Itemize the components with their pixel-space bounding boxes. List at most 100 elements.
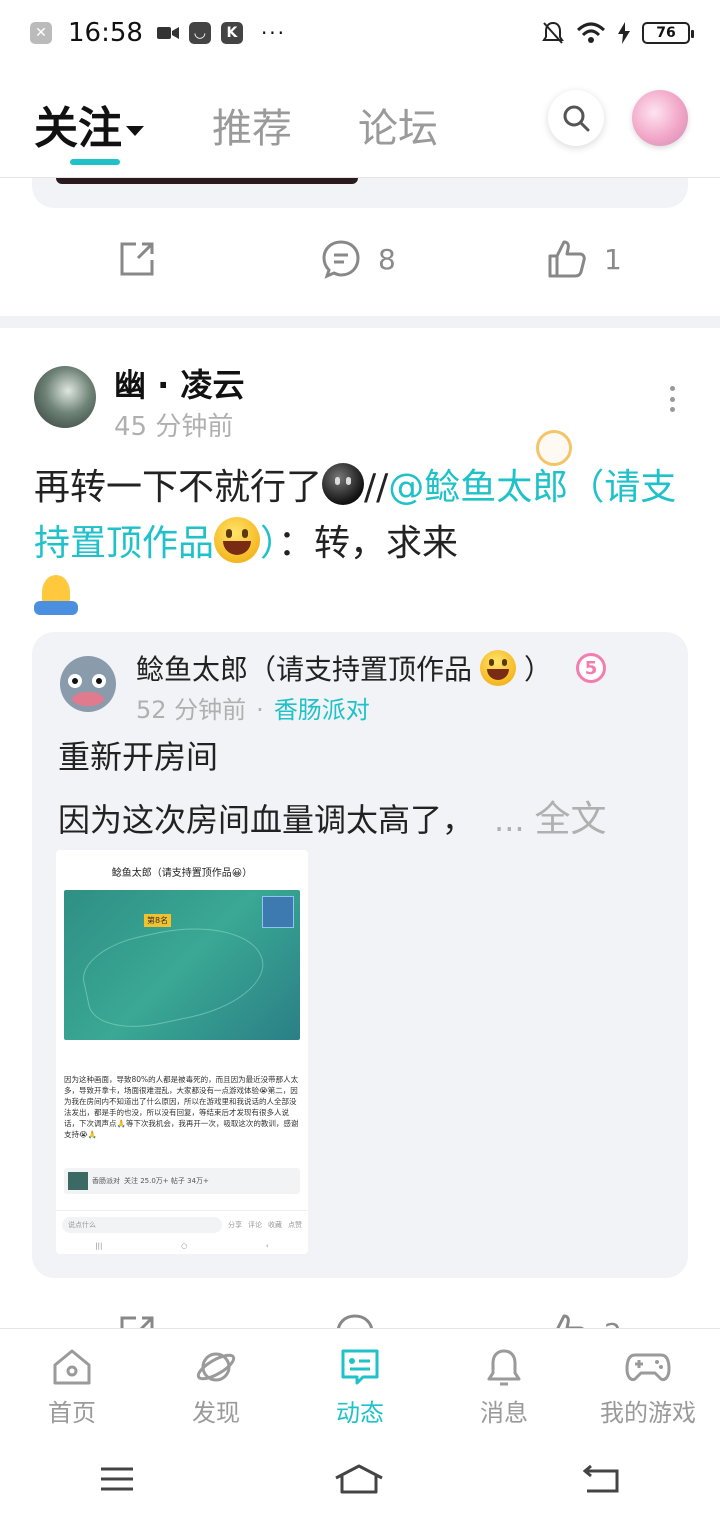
thumb-action: 评论 — [248, 1220, 262, 1229]
quoted-author-close: ） — [524, 653, 553, 686]
thumb-link-meta: 关注 25.0万+ 帖子 34万+ — [124, 1177, 209, 1185]
grinning-emoji-icon — [214, 517, 261, 563]
thumb-game-thumbnail — [68, 1172, 88, 1190]
tab-my-games[interactable]: 我的游戏 — [576, 1329, 720, 1438]
quoted-post-time: 52 分钟前 — [136, 696, 247, 724]
quoted-post-excerpt: 因为这次房间血量调太高了，... 全文 — [58, 790, 607, 842]
game-tag-link[interactable]: 香肠派对 — [274, 696, 370, 724]
top-nav: 关注 推荐 论坛 — [0, 66, 720, 178]
gamepad-icon — [625, 1353, 671, 1381]
thumb-rank-label: 第8名 — [144, 914, 172, 927]
avatar-eye — [92, 674, 106, 688]
repost-separator: // — [364, 467, 389, 508]
tab-home[interactable]: 首页 — [0, 1329, 144, 1438]
charging-icon — [618, 22, 630, 44]
back-icon[interactable] — [582, 1465, 621, 1493]
thumb-minimap — [262, 896, 294, 928]
thumb-nav-back-icon: ‹ — [265, 1242, 269, 1250]
k-app-icon: K — [220, 22, 243, 44]
like-button[interactable]: 1 — [546, 238, 622, 280]
battery-level: 76 — [642, 22, 694, 44]
mute-bell-icon — [542, 21, 564, 44]
thumb-comment-input: 说点什么 — [62, 1216, 222, 1233]
meta-separator: · — [256, 696, 264, 724]
quoted-post-title: 重新开房间 — [58, 738, 219, 776]
thumb-game-scene: 第8名 — [64, 890, 300, 1040]
user-avatar[interactable] — [632, 90, 688, 146]
tab-discover-label: 发现 — [192, 1399, 240, 1427]
status-time: 16:58 — [68, 18, 143, 48]
thumb-map-crack — [76, 912, 272, 1038]
feed-icon — [341, 1349, 379, 1385]
more-dot — [669, 396, 675, 402]
caret-down-icon[interactable] — [126, 126, 144, 136]
thumb-action: 分享 — [228, 1220, 242, 1229]
excerpt-text: 因为这次房间血量调太高了， — [58, 801, 475, 839]
thumb-title: 鲶鱼太郎（请支持置顶作品😀） — [111, 867, 253, 879]
status-bar: ✕ 16:58 ◡ K ··· 76 — [0, 0, 720, 66]
post-divider — [0, 316, 720, 328]
comment-icon — [322, 240, 360, 279]
quoted-author-avatar[interactable] — [60, 656, 116, 712]
quoted-post-screenshot[interactable]: 鲶鱼太郎（请支持置顶作品😀） 第8名 因为这种画面，导致80%的人都是被毒死的，… — [56, 850, 308, 1254]
quoted-post-meta: 52 分钟前 · 香肠派对 — [136, 690, 370, 725]
post-author-avatar[interactable] — [34, 366, 96, 428]
tab-messages-label: 消息 — [480, 1399, 528, 1427]
thumb-action: 收藏 — [268, 1220, 282, 1229]
search-button[interactable] — [548, 90, 604, 146]
thumb-link-title: 香肠派对 — [92, 1177, 120, 1185]
home-nav-icon[interactable] — [334, 1464, 384, 1494]
folded-hands-emoji-icon — [34, 573, 78, 617]
post-author-name[interactable]: 幽 · 凌云 — [114, 360, 244, 406]
system-nav-bar — [0, 1438, 720, 1520]
more-dot — [669, 386, 675, 391]
more-options-button[interactable] — [662, 386, 682, 412]
level-badge: 5 — [576, 653, 607, 683]
excerpt-ellipsis: ... — [494, 801, 525, 839]
thumb-body-text: 因为这种画面，导致80%的人都是被毒死的，而且因为最近没带那人太多，导致开拿卡，… — [64, 1075, 299, 1139]
avatar-eye — [68, 674, 82, 688]
thumb-nav-menu-icon: ||| — [95, 1242, 103, 1250]
post-text: 再转一下不就行了 — [34, 467, 323, 508]
comment-button[interactable]: 8 — [320, 238, 396, 280]
planet-icon — [196, 1352, 236, 1382]
tab-my-games-label: 我的游戏 — [600, 1399, 696, 1427]
comment-count: 8 — [378, 242, 396, 276]
tab-discover[interactable]: 发现 — [144, 1329, 288, 1438]
tab-feed[interactable]: 动态 — [288, 1329, 432, 1438]
previous-post-image[interactable] — [56, 178, 358, 184]
menu-icon[interactable] — [99, 1466, 135, 1492]
thumb-comment-bar: 说点什么 分享 评论 收藏 点赞 — [56, 1210, 308, 1238]
post-content: 再转一下不就行了//@鲶鱼太郎（请支持置顶作品 ）：转，求来 — [34, 460, 684, 628]
more-dot — [669, 407, 675, 412]
previous-post-card[interactable] — [32, 178, 688, 208]
thumb-status-bar — [56, 850, 308, 860]
tab-following[interactable]: 关注 — [34, 92, 144, 156]
wifi-icon — [576, 22, 606, 43]
tab-messages[interactable]: 消息 — [432, 1329, 576, 1438]
full-text-link[interactable]: 全文 — [535, 799, 607, 840]
quoted-author-name[interactable]: 鲶鱼太郎（请支持置顶作品 ） 5 — [136, 648, 607, 688]
thumbs-up-icon — [548, 240, 586, 278]
quoted-post-card[interactable]: 鲶鱼太郎（请支持置顶作品 ） 5 52 分钟前 · 香肠派对 重新开房间 因为这次房间… — [32, 632, 688, 1278]
share-button[interactable] — [116, 238, 158, 280]
search-icon — [563, 105, 590, 132]
video-camera-icon — [156, 27, 179, 39]
post-text-tail: ：转，求来 — [278, 523, 459, 564]
tab-recommend[interactable]: 推荐 — [212, 96, 292, 154]
avatar-mouth — [72, 692, 104, 706]
tab-following-label: 关注 — [34, 103, 122, 154]
bottom-tab-bar: 首页 发现 动态 消息 我的游戏 — [0, 1328, 720, 1438]
tab-forum[interactable]: 论坛 — [358, 96, 438, 154]
more-notifications-icon: ··· — [260, 21, 287, 45]
thumb-game-link: 香肠派对 关注 25.0万+ 帖子 34万+ — [64, 1168, 300, 1194]
previous-post-actions: 8 1 — [0, 226, 720, 296]
dark-face-emoji-icon — [322, 463, 365, 505]
bell-icon — [487, 1349, 521, 1386]
mention-close: ） — [260, 523, 279, 564]
app-notification-icon: ◡ — [188, 22, 211, 44]
like-count: 1 — [604, 242, 622, 276]
thumb-nav-home-icon: ○ — [181, 1242, 188, 1250]
thumb-system-nav: ||| ○ ‹ — [56, 1238, 308, 1254]
thumb-action: 点赞 — [288, 1220, 302, 1229]
